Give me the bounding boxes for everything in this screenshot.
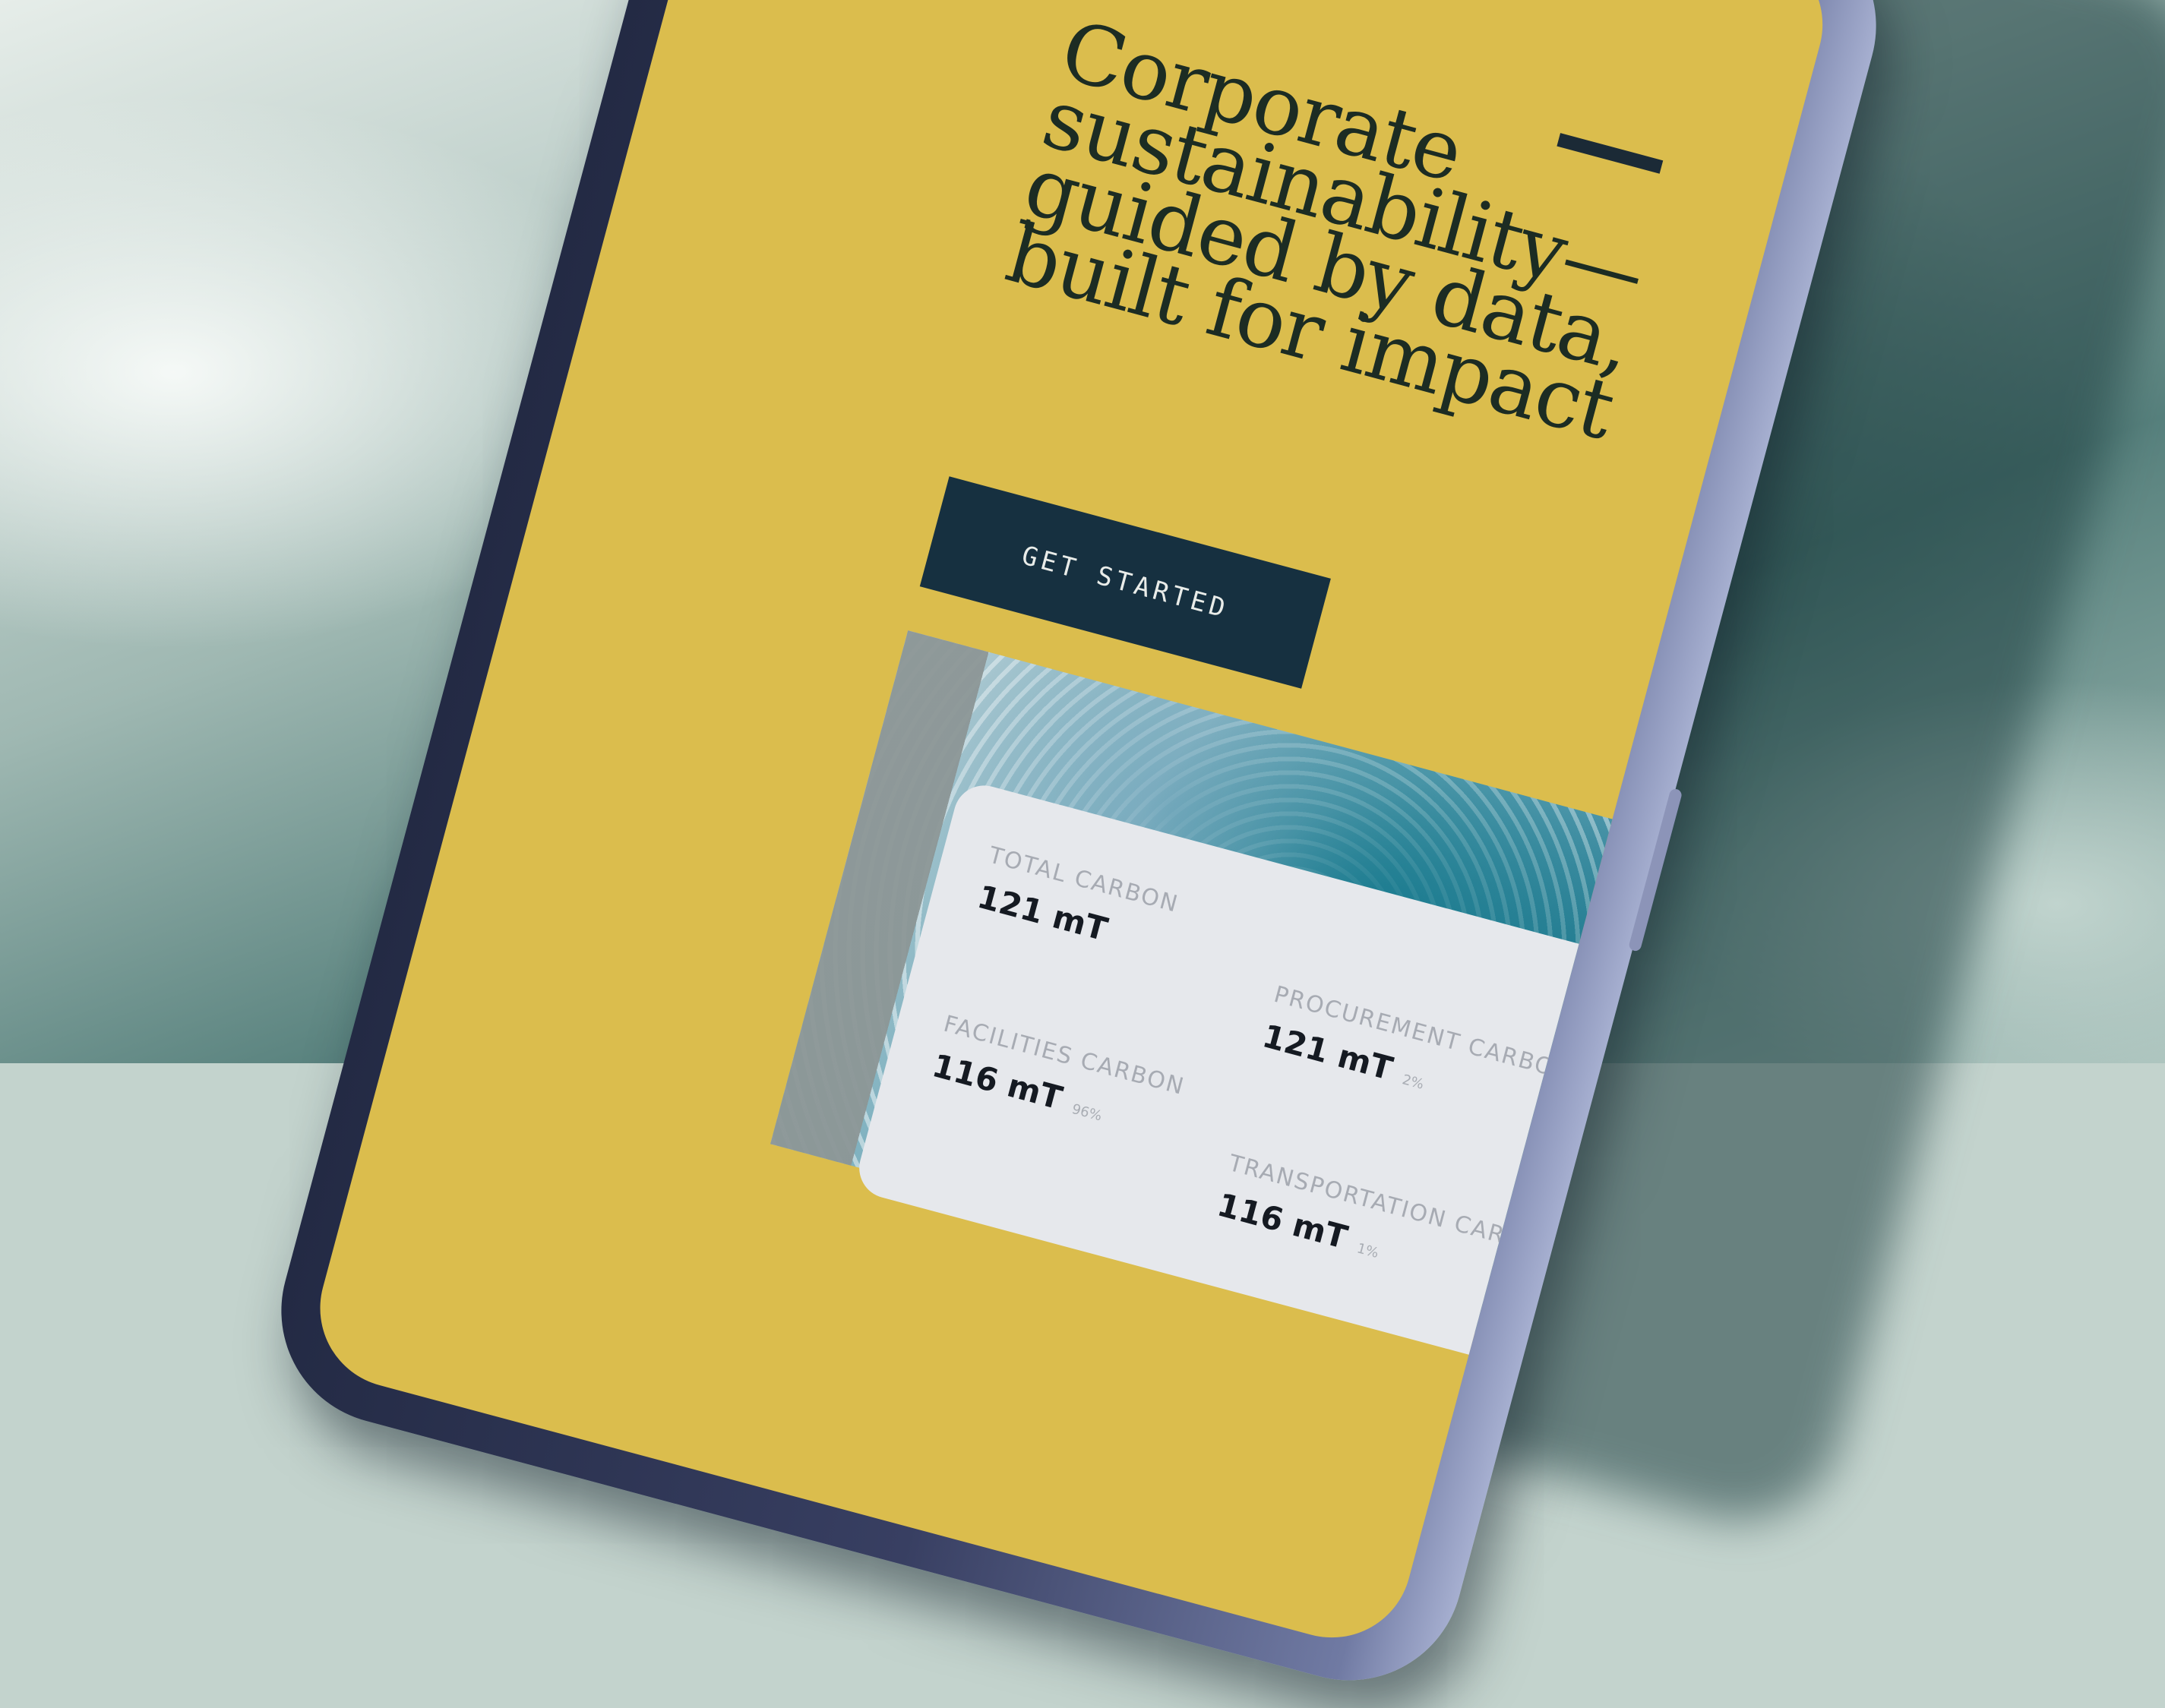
stat-percent [1111,931,1115,946]
stat-percent: 1% [1355,1240,1381,1261]
stat-transportation-carbon: TRANSPORTATION CARBON 116 mT 1% [1213,1150,1561,1310]
stat-total-carbon: TOTAL CARBON 121 mT [974,842,1182,964]
stat-procurement-carbon: PROCUREMENT CARBON 121 mT 2% [1259,981,1575,1132]
stat-facilities-carbon: FACILITIES CARBON 116 mT 96% [928,1011,1187,1147]
stat-percent: 96% [1070,1100,1104,1125]
hero-headline: Corporate sustainability— guided by data… [997,3,1792,478]
stat-percent: 2% [1400,1072,1426,1093]
